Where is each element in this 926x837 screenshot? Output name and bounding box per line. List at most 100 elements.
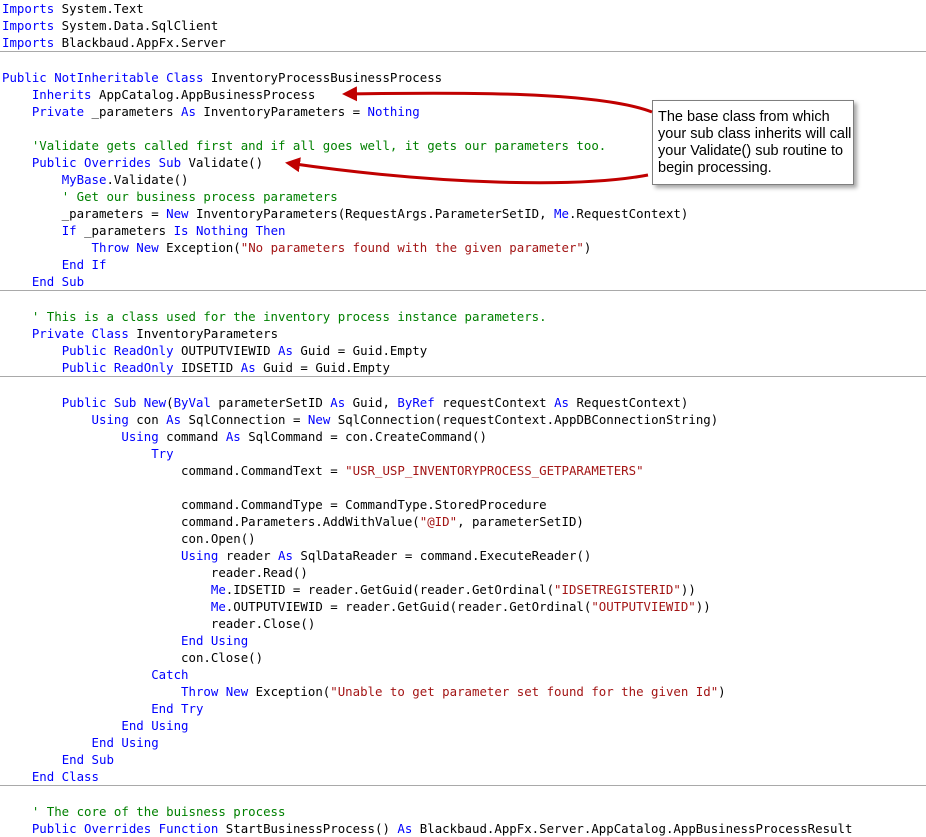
code-text: System.Data.SqlClient (54, 18, 219, 33)
code-keyword: As (225, 429, 241, 444)
code-line: Private Class InventoryParameters (2, 325, 926, 342)
code-line: End Sub (2, 273, 926, 290)
code-line: con.Open() (2, 530, 926, 547)
code-text: command.Parameters.AddWithValue( (2, 514, 420, 529)
code-line: End Try (2, 700, 926, 717)
code-text: StartBusinessProcess() (218, 821, 398, 836)
code-string: "No parameters found with the given para… (240, 240, 584, 255)
code-keyword: Try (151, 446, 174, 461)
code-text: con.Open() (2, 531, 256, 546)
code-keyword: Public Overrides Function (31, 821, 219, 836)
code-comment: ' This is a class used for the inventory… (31, 309, 547, 324)
code-text: reader.Read() (2, 565, 308, 580)
code-string: "IDSETREGISTERID" (554, 582, 681, 597)
code-line: Try (2, 445, 926, 462)
code-keyword: As (166, 412, 182, 427)
code-text: SqlDataReader = command.ExecuteReader() (292, 548, 592, 563)
code-text: Exception( (248, 684, 331, 699)
code-line: ' The core of the buisness process (2, 803, 926, 820)
code-keyword: End Try (151, 701, 204, 716)
code-keyword: New (307, 412, 331, 427)
code-keyword: Public ReadOnly (61, 343, 174, 358)
code-text: con (128, 412, 167, 427)
code-string: "Unable to get parameter set found for t… (330, 684, 719, 699)
code-text: _parameters (76, 223, 174, 238)
code-text: Validate() (181, 155, 264, 170)
code-line: Public ReadOnly OUTPUTVIEWID As Guid = G… (2, 342, 926, 359)
code-text: InventoryProcessBusinessProcess (203, 70, 443, 85)
code-keyword: End Using (181, 633, 249, 648)
code-line: Imports System.Data.SqlClient (2, 17, 926, 34)
code-keyword: As (397, 821, 413, 836)
code-line: Imports Blackbaud.AppFx.Server (2, 34, 926, 51)
code-keyword: Private (31, 104, 85, 119)
code-keyword: New (166, 206, 189, 221)
code-keyword: If (61, 223, 77, 238)
code-comment: ' Get our business process parameters (61, 189, 338, 204)
code-text: SqlCommand = con.CreateCommand() (240, 429, 487, 444)
code-line: Public ReadOnly IDSETID As Guid = Guid.E… (2, 359, 926, 376)
code-line: Imports System.Text (2, 0, 926, 17)
code-text: OUTPUTVIEWID (173, 343, 279, 358)
code-text: InventoryParameters = (195, 104, 368, 119)
code-line: Using reader As SqlDataReader = command.… (2, 547, 926, 564)
code-text: Exception( (158, 240, 241, 255)
callout-text: The base class from which your sub class… (658, 109, 852, 176)
code-keyword: Public NotInheritable Class (2, 70, 204, 85)
code-keyword: Private Class (31, 326, 129, 341)
code-keyword: As (278, 548, 293, 563)
code-line: Me.OUTPUTVIEWID = reader.GetGuid(reader.… (2, 598, 926, 615)
code-line: command.Parameters.AddWithValue("@ID", p… (2, 513, 926, 530)
code-line: Using con As SqlConnection = New SqlConn… (2, 411, 926, 428)
code-keyword: Me (554, 206, 569, 221)
code-keyword: Public Sub New (61, 395, 167, 410)
code-text: RequestContext) (569, 395, 689, 410)
code-keyword: End Using (121, 718, 189, 733)
code-line: End If (2, 256, 926, 273)
code-line: Me.IDSETID = reader.GetGuid(reader.GetOr… (2, 581, 926, 598)
code-line: End Sub (2, 751, 926, 768)
code-line: Throw New Exception("No parameters found… (2, 239, 926, 256)
code-keyword: ByVal (173, 395, 211, 410)
code-string: "USR_USP_INVENTORYPROCESS_GETPARAMETERS" (345, 463, 644, 478)
code-keyword: Nothing (367, 104, 420, 119)
code-keyword: As (240, 360, 256, 375)
code-line: command.CommandType = CommandType.Stored… (2, 496, 926, 513)
code-line: Using command As SqlCommand = con.Create… (2, 428, 926, 445)
code-text: )) (695, 599, 711, 614)
code-line: End Using (2, 632, 926, 649)
code-line: Throw New Exception("Unable to get param… (2, 683, 926, 700)
code-line: _parameters = New InventoryParameters(Re… (2, 205, 926, 222)
code-text: , parameterSetID) (457, 514, 584, 529)
code-keyword: End Sub (61, 752, 114, 767)
code-text: InventoryParameters(RequestArgs.Paramete… (188, 206, 555, 221)
code-text: SqlConnection(requestContext.AppDBConnec… (330, 412, 719, 427)
code-text: Guid = Guid.Empty (255, 360, 390, 375)
code-text: SqlConnection = (181, 412, 308, 427)
code-comment: 'Validate gets called first and if all g… (31, 138, 607, 153)
code-line: End Using (2, 717, 926, 734)
